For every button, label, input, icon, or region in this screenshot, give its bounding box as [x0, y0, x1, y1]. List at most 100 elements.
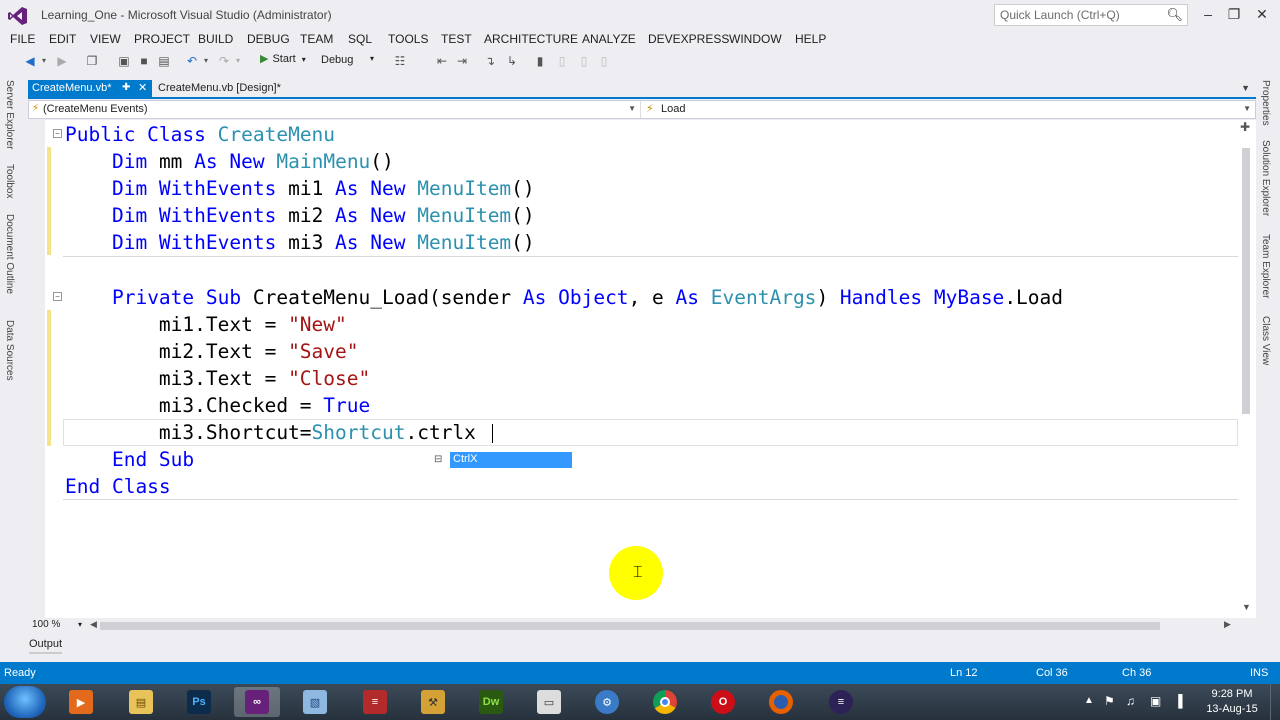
properties-tab[interactable]: Properties	[1260, 80, 1271, 126]
menu-sql[interactable]: SQL	[348, 32, 372, 46]
menu-devexpress[interactable]: DEVEXPRESS	[648, 32, 729, 46]
intellisense-item-selected[interactable]: CtrlX	[450, 452, 572, 468]
class-view-tab[interactable]: Class View	[1260, 316, 1271, 365]
taskbar-file-explorer[interactable]: ▤	[118, 687, 164, 717]
comment-icon[interactable]: ⇤	[434, 53, 450, 69]
next-bookmark-icon[interactable]: ▯	[576, 53, 592, 69]
menu-help[interactable]: HELP	[795, 32, 826, 46]
action-center-icon[interactable]: ⚑	[1104, 694, 1115, 708]
menu-debug[interactable]: DEBUG	[247, 32, 290, 46]
taskbar-winrar[interactable]: ≡	[352, 687, 398, 717]
code-line-12: mi3.Shortcut=Shortcut.ctrlx	[65, 421, 476, 444]
toolbox-tab[interactable]: Toolbox	[4, 164, 15, 198]
collapse-icon[interactable]: −	[53, 292, 62, 301]
method-dropdown[interactable]: ⚡︎ Load ▼	[643, 101, 1255, 118]
clear-bookmarks-icon[interactable]: ▯	[596, 53, 612, 69]
save-icon[interactable]: ■	[136, 53, 152, 69]
open-file-icon[interactable]: ▣	[116, 53, 132, 69]
taskbar-media-player[interactable]: ▶	[58, 687, 104, 717]
prev-bookmark-icon[interactable]: ▯	[554, 53, 570, 69]
string-literal: "New"	[288, 313, 347, 336]
find-in-files-icon[interactable]: ☷	[392, 53, 408, 69]
step-over-icon[interactable]: ↳	[504, 53, 520, 69]
output-window-tab[interactable]: Output	[29, 638, 63, 654]
scroll-thumb[interactable]	[1242, 148, 1250, 414]
scroll-left-icon[interactable]: ◀	[90, 619, 97, 630]
bookmark-icon[interactable]: ▮	[532, 53, 548, 69]
string-literal: "Close"	[288, 367, 371, 390]
taskbar-eclipse[interactable]: ≡	[818, 687, 864, 717]
text-caret	[492, 424, 493, 443]
menu-team[interactable]: TEAM	[300, 32, 333, 46]
chevron-down-icon[interactable]: ▾	[198, 53, 214, 69]
maximize-button[interactable]: ❐	[1222, 5, 1246, 23]
tab-label: CreateMenu.vb*	[32, 82, 112, 94]
tab-createmenu-design[interactable]: CreateMenu.vb [Design]*	[158, 80, 281, 99]
zoom-dropdown[interactable]: 100 % ▾	[28, 618, 84, 633]
window-title: Learning_One - Microsoft Visual Studio (…	[41, 8, 332, 22]
network-tray-icon[interactable]: ▣	[1150, 694, 1161, 708]
solution-configuration-dropdown[interactable]: Debug ▾	[318, 52, 378, 70]
taskbar-firefox[interactable]	[758, 687, 804, 717]
save-all-icon[interactable]: ▤	[156, 53, 172, 69]
signal-icon[interactable]: ▐	[1174, 694, 1183, 708]
scroll-down-icon[interactable]: ▼	[1242, 602, 1251, 612]
menu-project[interactable]: PROJECT	[134, 32, 190, 46]
menu-window[interactable]: WINDOW	[729, 32, 782, 46]
horizontal-scroll-thumb[interactable]	[100, 622, 1160, 630]
menu-edit[interactable]: EDIT	[49, 32, 76, 46]
step-into-icon[interactable]: ↴	[482, 53, 498, 69]
opera-icon: O	[711, 690, 735, 714]
code-line-9: mi2.Text = "Save"	[65, 340, 359, 363]
code-editor[interactable]: − − Public Class CreateMenu Dim mm As Ne…	[45, 120, 1238, 618]
insert-mode: INS	[1250, 667, 1269, 679]
chevron-down-icon[interactable]: ▼	[1241, 83, 1250, 93]
scroll-right-icon[interactable]: ▶	[1224, 619, 1231, 630]
show-desktop-button[interactable]	[1270, 684, 1280, 720]
taskbar-opera[interactable]: O	[700, 687, 746, 717]
menu-file[interactable]: FILE	[10, 32, 35, 46]
start-button[interactable]	[4, 686, 46, 718]
menu-tools[interactable]: TOOLS	[388, 32, 428, 46]
menu-build[interactable]: BUILD	[198, 32, 233, 46]
type-name: MenuItem	[417, 204, 512, 227]
menu-analyze[interactable]: ANALYZE	[582, 32, 636, 46]
vertical-scrollbar[interactable]: ✚ ▼	[1238, 120, 1256, 618]
uncomment-icon[interactable]: ⇥	[454, 53, 470, 69]
show-hidden-icons-icon[interactable]: ▲	[1084, 695, 1094, 706]
forward-icon[interactable]: ▶	[54, 53, 70, 69]
taskbar-dreamweaver[interactable]: Dw	[468, 687, 514, 717]
solution-explorer-tab[interactable]: Solution Explorer	[1260, 140, 1271, 216]
clock-time[interactable]: 9:28 PM	[1208, 688, 1256, 700]
chevron-down-icon: ▼	[628, 104, 636, 113]
taskbar-chrome[interactable]	[642, 687, 688, 717]
collapse-icon[interactable]: −	[53, 129, 62, 138]
taskbar-tools[interactable]: ⚒	[410, 687, 456, 717]
start-debugging-button[interactable]: ▶ Start ▾	[260, 52, 306, 70]
menu-view[interactable]: VIEW	[90, 32, 121, 46]
minimize-button[interactable]: –	[1196, 5, 1220, 23]
document-outline-tab[interactable]: Document Outline	[4, 214, 15, 294]
pin-icon[interactable]: ✚	[122, 82, 130, 93]
close-icon[interactable]: ✕	[138, 81, 147, 94]
split-window-icon[interactable]: ✚	[1240, 120, 1250, 134]
taskbar-network[interactable]: ⚙	[584, 687, 630, 717]
taskbar-window[interactable]: ▭	[526, 687, 572, 717]
quick-launch-input[interactable]: Quick Launch (Ctrl+Q) 🔍︎	[994, 4, 1188, 26]
class-events-dropdown[interactable]: ⚡︎ (CreateMenu Events) ▼	[29, 101, 641, 118]
tab-createmenu-vb[interactable]: CreateMenu.vb* ✚ ✕	[28, 80, 152, 99]
close-window-button[interactable]: ✕	[1250, 5, 1274, 23]
taskbar-virtualbox[interactable]: ▧	[292, 687, 338, 717]
team-explorer-tab[interactable]: Team Explorer	[1260, 234, 1271, 298]
chevron-down-icon[interactable]: ▾	[36, 53, 52, 69]
server-explorer-tab[interactable]: Server Explorer	[4, 80, 15, 149]
data-sources-tab[interactable]: Data Sources	[4, 320, 15, 381]
menu-test[interactable]: TEST	[441, 32, 472, 46]
clock-date[interactable]: 13-Aug-15	[1204, 703, 1260, 715]
taskbar-photoshop[interactable]: Ps	[176, 687, 222, 717]
menu-architecture[interactable]: ARCHITECTURE	[484, 32, 578, 46]
taskbar-visual-studio[interactable]: ∞	[234, 687, 280, 717]
volume-icon[interactable]: ♫	[1126, 694, 1135, 708]
chevron-down-icon[interactable]: ▾	[230, 53, 246, 69]
new-project-icon[interactable]: ❐	[84, 53, 100, 69]
